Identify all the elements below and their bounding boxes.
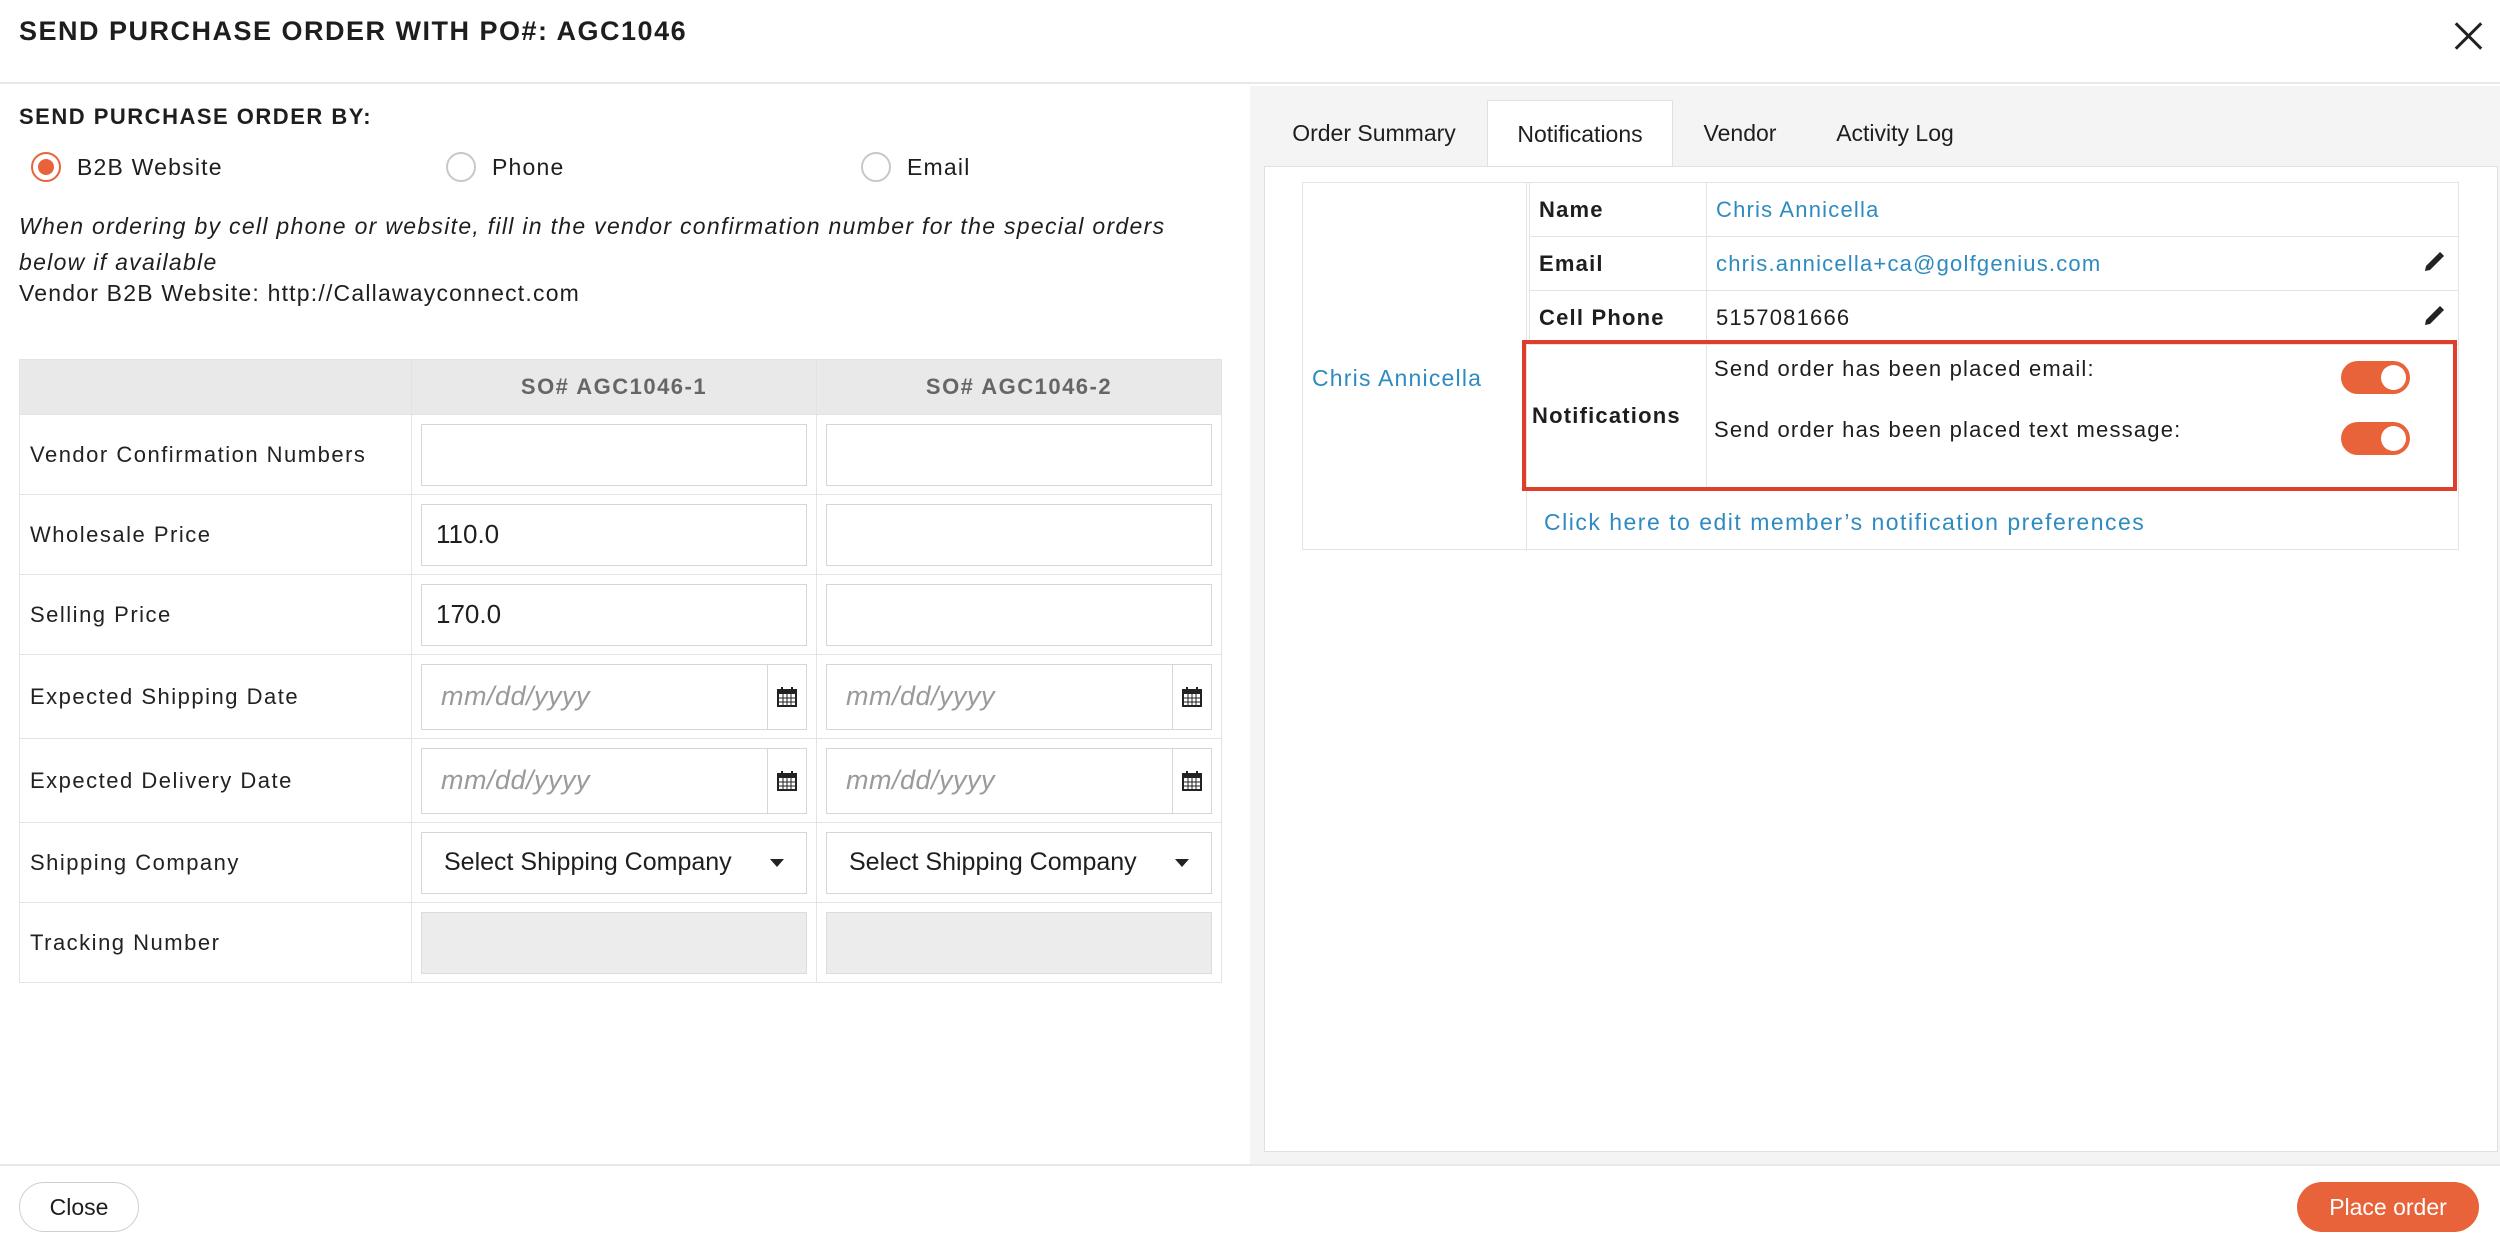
vendor-b2b-website: Vendor B2B Website: http://Callawayconne… xyxy=(19,280,581,306)
tab-vendor[interactable]: Vendor xyxy=(1676,100,1804,166)
member-notification-card: Chris Annicella Name Chris Annicella Ema… xyxy=(1302,182,2459,551)
shipping-date-field: mm/dd/yyyy xyxy=(421,663,807,730)
column-header: SO# AGC1046-1 xyxy=(411,359,817,415)
table-row: Expected Shipping Date mm/dd/yyyy mm/dd/… xyxy=(19,654,1222,739)
table-row: Expected Delivery Date mm/dd/yyyy mm/dd/… xyxy=(19,738,1222,823)
member-phone-value: 5157081666 xyxy=(1716,304,1851,330)
select-value: Select Shipping Company xyxy=(849,848,1137,876)
row-label: Expected Delivery Date xyxy=(19,738,412,823)
special-orders-table: SO# AGC1046-1 SO# AGC1046-2 Vendor Confi… xyxy=(19,359,1222,983)
radio-label: B2B Website xyxy=(77,153,223,180)
row-label: Vendor Confirmation Numbers xyxy=(19,414,412,495)
table-header-row: SO# AGC1046-1 SO# AGC1046-2 xyxy=(19,359,1222,415)
send-by-label: SEND PURCHASE ORDER BY: xyxy=(19,104,373,129)
radio-label: Phone xyxy=(492,153,565,180)
table-row: Wholesale Price xyxy=(19,494,1222,575)
notif-text-toggle[interactable] xyxy=(2341,422,2410,455)
row-label: Tracking Number xyxy=(19,902,412,983)
radio-phone[interactable]: Phone xyxy=(446,152,565,182)
table-row: Cell Phone 5157081666 xyxy=(1529,290,2459,345)
chevron-down-icon xyxy=(770,858,784,867)
ordering-hint: When ordering by cell phone or website, … xyxy=(19,213,1166,275)
delivery-date-input[interactable]: mm/dd/yyyy xyxy=(422,748,768,813)
radio-unchecked-icon xyxy=(861,152,891,182)
notifications-highlight-box: Notifications Send order has been placed… xyxy=(1522,340,2457,491)
notif-email-toggle[interactable] xyxy=(2341,361,2410,394)
row-label: Shipping Company xyxy=(19,822,412,903)
table-row: Vendor Confirmation Numbers xyxy=(19,414,1222,495)
row-label: Expected Shipping Date xyxy=(19,654,412,739)
place-order-button[interactable]: Place order xyxy=(2297,1182,2479,1232)
order-form-panel: SEND PURCHASE ORDER BY: B2B Website Phon… xyxy=(0,86,1250,1164)
delivery-date-field: mm/dd/yyyy xyxy=(826,747,1212,814)
radio-checked-icon xyxy=(31,152,61,182)
member-info-table: Name Chris Annicella Email chris.annicel… xyxy=(1529,182,2459,345)
divider xyxy=(1706,344,1707,487)
edit-phone-pencil-icon[interactable] xyxy=(2422,304,2446,328)
table-row: Shipping Company Select Shipping Company… xyxy=(19,822,1222,903)
tab-notifications[interactable]: Notifications xyxy=(1487,100,1673,168)
member-name-link[interactable]: Chris Annicella xyxy=(1312,365,1482,392)
edit-notification-preferences-link[interactable]: Click here to edit member’s notification… xyxy=(1544,509,2145,536)
member-name-value[interactable]: Chris Annicella xyxy=(1716,197,1880,222)
calendar-icon[interactable] xyxy=(768,665,806,729)
tab-order-summary[interactable]: Order Summary xyxy=(1264,100,1484,166)
info-key: Cell Phone xyxy=(1529,290,1707,345)
notifications-tab-content: Chris Annicella Name Chris Annicella Ema… xyxy=(1264,166,2498,1152)
shipping-date-input[interactable]: mm/dd/yyyy xyxy=(422,664,768,729)
notifications-key: Notifications xyxy=(1532,402,1681,428)
member-email-value[interactable]: chris.annicella+ca@golfgenius.com xyxy=(1716,251,2101,276)
radio-email[interactable]: Email xyxy=(861,152,971,182)
calendar-icon[interactable] xyxy=(768,749,806,813)
modal-header: SEND PURCHASE ORDER WITH PO#: AGC1046 xyxy=(0,0,2500,84)
shipping-company-select[interactable]: Select Shipping Company xyxy=(421,831,807,894)
notif-email-label: Send order has been placed email: xyxy=(1714,356,2095,381)
notif-text-label: Send order has been placed text message: xyxy=(1714,417,2182,442)
table-row: Tracking Number xyxy=(19,902,1222,983)
shipping-company-select[interactable]: Select Shipping Company xyxy=(826,831,1212,894)
select-value: Select Shipping Company xyxy=(444,848,732,876)
row-label: Wholesale Price xyxy=(19,494,412,575)
delivery-date-input[interactable]: mm/dd/yyyy xyxy=(827,748,1173,813)
calendar-icon[interactable] xyxy=(1173,665,1211,729)
tab-activity-log[interactable]: Activity Log xyxy=(1807,100,1983,166)
selling-price-input[interactable] xyxy=(826,583,1212,646)
tracking-number-input xyxy=(421,911,807,974)
radio-label: Email xyxy=(907,153,971,180)
table-row: Selling Price xyxy=(19,574,1222,655)
shipping-date-field: mm/dd/yyyy xyxy=(826,663,1212,730)
modal-title: SEND PURCHASE ORDER WITH PO#: AGC1046 xyxy=(19,16,688,46)
radio-b2b-website[interactable]: B2B Website xyxy=(31,152,223,182)
vendor-confirmation-input[interactable] xyxy=(421,423,807,486)
info-key: Email xyxy=(1529,236,1707,291)
delivery-date-field: mm/dd/yyyy xyxy=(421,747,807,814)
selling-price-input[interactable] xyxy=(421,583,807,646)
modal-footer: Close Place order xyxy=(0,1164,2500,1238)
table-row: Email chris.annicella+ca@golfgenius.com xyxy=(1529,236,2459,291)
vendor-confirmation-input[interactable] xyxy=(826,423,1212,486)
radio-unchecked-icon xyxy=(446,152,476,182)
shipping-date-input[interactable]: mm/dd/yyyy xyxy=(827,664,1173,729)
info-key: Name xyxy=(1529,182,1707,237)
wholesale-price-input[interactable] xyxy=(826,503,1212,566)
chevron-down-icon xyxy=(1175,858,1189,867)
wholesale-price-input[interactable] xyxy=(421,503,807,566)
close-button[interactable]: Close xyxy=(19,1182,139,1232)
tracking-number-input xyxy=(826,911,1212,974)
table-row: Name Chris Annicella xyxy=(1529,182,2459,237)
row-label: Selling Price xyxy=(19,574,412,655)
details-panel: Order Summary Notifications Vendor Activ… xyxy=(1250,86,2500,1164)
calendar-icon[interactable] xyxy=(1173,749,1211,813)
close-icon[interactable] xyxy=(2450,18,2486,54)
column-header: SO# AGC1046-2 xyxy=(816,359,1222,415)
edit-email-pencil-icon[interactable] xyxy=(2422,250,2446,274)
table-header-empty xyxy=(19,359,412,415)
